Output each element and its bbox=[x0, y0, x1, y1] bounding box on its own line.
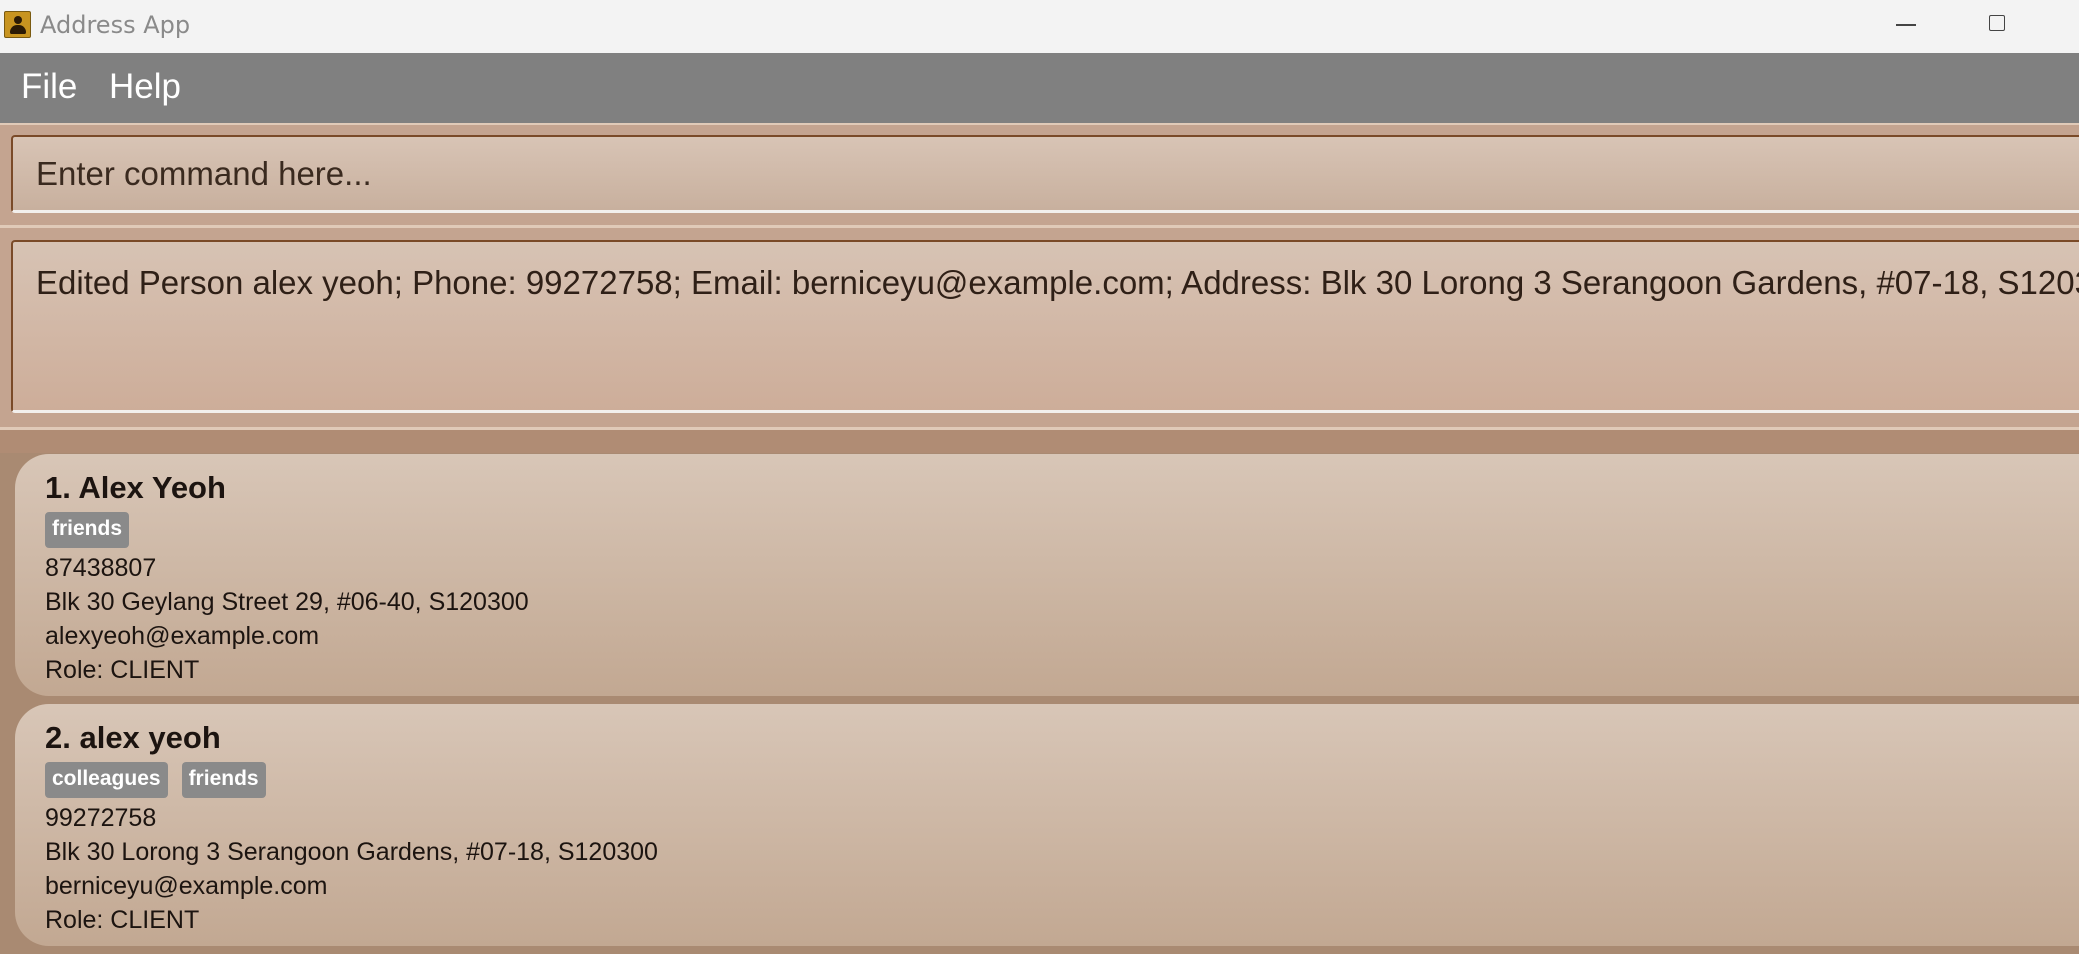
person-tags: friends bbox=[45, 512, 130, 548]
tag-badge: colleagues bbox=[45, 762, 168, 798]
menu-help[interactable]: Help bbox=[109, 67, 181, 107]
person-email: berniceyu@example.com bbox=[45, 872, 328, 900]
result-panel: Edited Person alex yeoh; Phone: 99272758… bbox=[0, 228, 2079, 428]
tag-badge: friends bbox=[181, 762, 266, 798]
result-display: Edited Person alex yeoh; Phone: 99272758… bbox=[11, 240, 2079, 413]
person-tags: colleagues friends bbox=[45, 762, 266, 798]
person-list: 1. Alex Yeoh friends 87438807 Blk 30 Gey… bbox=[0, 430, 2079, 954]
person-address: Blk 30 Lorong 3 Serangoon Gardens, #07-1… bbox=[45, 838, 658, 866]
menu-bar: File Help bbox=[0, 53, 2079, 123]
person-card[interactable]: 2. alex yeoh colleagues friends 99272758… bbox=[15, 704, 2079, 946]
person-role: Role: CLIENT bbox=[45, 906, 200, 934]
person-phone: 87438807 bbox=[45, 554, 157, 582]
maximize-button[interactable] bbox=[1952, 0, 2042, 53]
maximize-icon bbox=[1989, 15, 2005, 31]
menu-file[interactable]: File bbox=[21, 67, 77, 107]
person-address: Blk 30 Geylang Street 29, #06-40, S12030… bbox=[45, 588, 529, 616]
minimize-button[interactable] bbox=[1860, 0, 1950, 53]
title-bar: Address App bbox=[0, 0, 2079, 53]
window-title: Address App bbox=[40, 11, 191, 39]
person-name: 1. Alex Yeoh bbox=[45, 470, 226, 505]
person-name: 2. alex yeoh bbox=[45, 720, 221, 755]
tag-badge: friends bbox=[45, 512, 130, 548]
list-header-strip bbox=[0, 430, 2079, 453]
address-book-icon bbox=[4, 11, 31, 38]
person-card[interactable]: 1. Alex Yeoh friends 87438807 Blk 30 Gey… bbox=[15, 454, 2079, 696]
person-phone: 99272758 bbox=[45, 804, 157, 832]
command-input[interactable] bbox=[11, 135, 2079, 213]
person-role: Role: CLIENT bbox=[45, 656, 200, 684]
minimize-icon bbox=[1896, 24, 1916, 26]
person-email: alexyeoh@example.com bbox=[45, 622, 320, 650]
command-panel bbox=[0, 125, 2079, 225]
app-window: Address App File Help Edited Person alex… bbox=[0, 0, 2079, 954]
